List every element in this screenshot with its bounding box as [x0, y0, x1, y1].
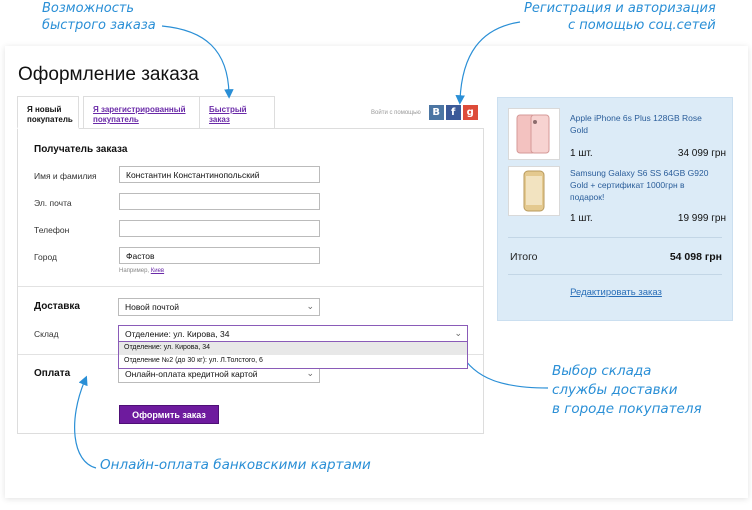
tab-label: покупатель [93, 115, 139, 124]
annotation-quick-order: Возможность быстрого заказа [42, 0, 156, 34]
warehouse-option[interactable]: Отделение №2 (до 30 кг): ул. Л.Толстого,… [119, 355, 467, 368]
phone-label: Телефон [34, 225, 70, 235]
checkout-form: Получатель заказа Имя и фамилия Констант… [17, 128, 484, 434]
annotation-social: Регистрация и авторизация с помощью соц.… [524, 0, 716, 34]
warehouse-dropdown: Отделение: ул. Кирова, 34 Отделение №2 (… [118, 341, 468, 369]
tab-label: Быстрый [209, 105, 247, 114]
annotation-line: в городе покупателя [552, 401, 702, 417]
phone-image-icon [516, 114, 550, 154]
annotation-payment: Онлайн-оплата банковскими картами [100, 457, 371, 473]
tab-label: Я новый [27, 105, 62, 114]
product-thumbnail [508, 108, 560, 160]
cart-item: Apple iPhone 6s Plus 128GB Rose Gold 1 ш… [508, 108, 726, 163]
vk-icon[interactable]: B [428, 105, 444, 120]
annotation-line: Возможность [42, 1, 135, 16]
delivery-select-value: Новой почтой [125, 302, 179, 312]
email-field[interactable] [119, 193, 320, 210]
tab-registered-customer[interactable]: Я зарегистрированный покупатель [83, 96, 209, 129]
chevron-down-icon: ⌄ [454, 328, 462, 338]
total-value: 54 098 грн [669, 251, 722, 263]
cart-item-name[interactable]: Apple iPhone 6s Plus 128GB Rose Gold [570, 112, 720, 136]
chevron-down-icon: ⌄ [306, 368, 314, 378]
cart-divider [508, 274, 722, 275]
cart-item-price: 19 999 грн [677, 213, 726, 224]
email-label: Эл. почта [34, 198, 72, 208]
delivery-select[interactable]: Новой почтой ⌄ [118, 298, 320, 316]
tab-label: Я зарегистрированный [93, 105, 186, 114]
social-login: Войти с помощью B f g [371, 105, 478, 120]
page-title: Оформление заказа [18, 64, 199, 85]
social-login-label: Войти с помощью [371, 109, 421, 116]
cart-summary: Apple iPhone 6s Plus 128GB Rose Gold 1 ш… [497, 97, 733, 321]
annotation-line: быстрого заказа [42, 18, 156, 33]
cart-item-qty: 1 шт. [570, 148, 593, 159]
tab-label: покупатель [27, 115, 73, 124]
annotation-line: с помощью соц.сетей [568, 18, 716, 33]
cart-item-qty: 1 шт. [570, 213, 593, 224]
warehouse-label: Склад [34, 329, 59, 339]
tab-new-customer[interactable]: Я новый покупатель [17, 96, 79, 129]
city-hint: Например, Киев [119, 268, 164, 274]
divider [18, 286, 483, 287]
phone-image-icon [523, 170, 545, 212]
submit-order-button[interactable]: Оформить заказ [119, 405, 219, 424]
city-label: Город [34, 252, 57, 262]
annotation-line: службы доставки [552, 382, 678, 398]
city-hint-text: Например, [119, 268, 151, 274]
annotation-warehouse: Выбор склада службы доставки в городе по… [552, 362, 702, 419]
annotation-line: Выбор склада [552, 363, 652, 379]
payment-select-value: Онлайн-оплата кредитной картой [125, 369, 258, 379]
city-field[interactable]: Фастов [119, 247, 320, 264]
warehouse-option[interactable]: Отделение: ул. Кирова, 34 [119, 342, 467, 355]
name-field[interactable]: Константин Константинопольский [119, 166, 320, 183]
tab-quick-order[interactable]: Быстрый заказ [199, 96, 275, 129]
chevron-down-icon: ⌄ [306, 301, 314, 311]
total-label: Итого [510, 251, 538, 263]
cart-divider [508, 237, 722, 238]
tab-label: заказ [209, 115, 230, 124]
facebook-icon[interactable]: f [445, 105, 461, 120]
annotation-line: Регистрация и авторизация [524, 1, 716, 16]
product-thumbnail [508, 166, 560, 216]
cart-item: Samsung Galaxy S6 SS 64GB G920 Gold + се… [508, 166, 726, 236]
warehouse-select-value: Отделение: ул. Кирова, 34 [125, 329, 230, 339]
phone-field[interactable] [119, 220, 320, 237]
city-hint-link[interactable]: Киев [151, 268, 164, 274]
cart-item-price: 34 099 грн [677, 148, 726, 159]
recipient-title: Получатель заказа [34, 144, 128, 155]
name-label: Имя и фамилия [34, 171, 97, 181]
cart-item-name[interactable]: Samsung Galaxy S6 SS 64GB G920 Gold + се… [570, 167, 720, 203]
payment-title: Оплата [34, 368, 71, 379]
edit-order-link[interactable]: Редактировать заказ [498, 287, 734, 298]
google-plus-icon[interactable]: g [462, 105, 478, 120]
delivery-title: Доставка [34, 301, 80, 312]
